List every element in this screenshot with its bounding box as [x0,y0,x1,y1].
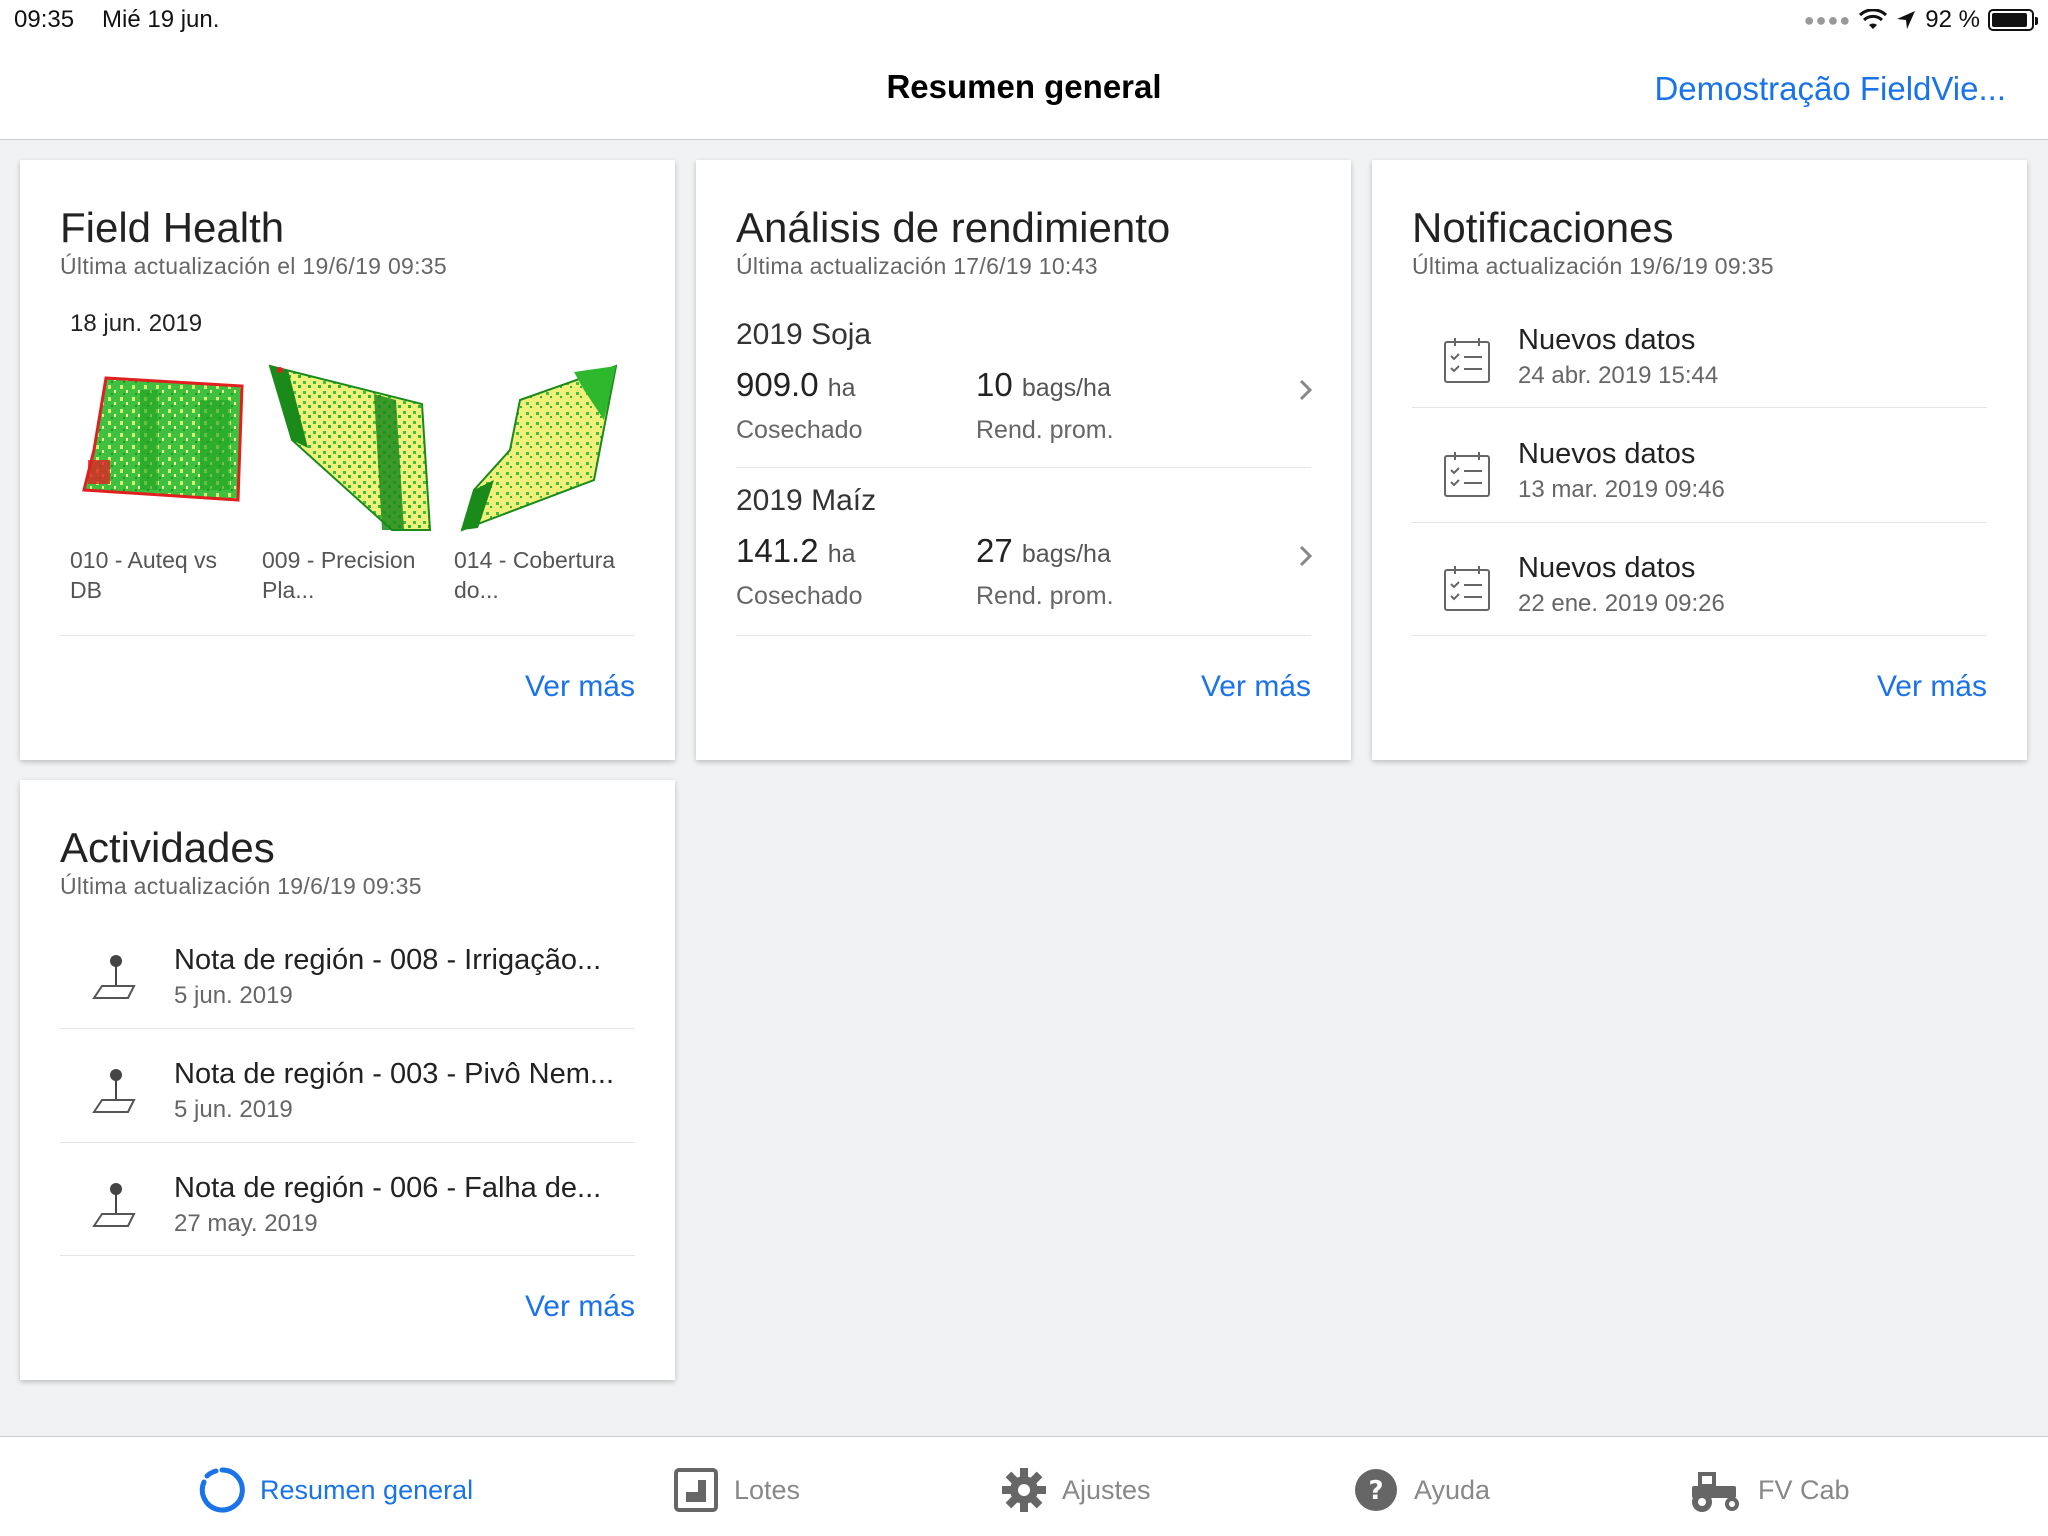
fields-icon [674,1468,718,1512]
signal-icon: ●●●● [1803,9,1852,30]
tractor-icon [1692,1472,1739,1512]
battery-percent: 92 % [1925,6,1980,33]
field-label: 014 - Cobertura do... [454,547,616,603]
field-thumbnail[interactable] [454,360,634,540]
yield-updated: Última actualización 17/6/19 10:43 [736,253,1098,279]
tab-help[interactable]: ? Ayuda [1352,1465,1490,1515]
divider [60,1028,635,1029]
activities-card: Actividades Última actualización 19/6/19… [20,780,675,1380]
activities-title: Actividades [60,824,275,871]
notifications-title: Notificaciones [1412,204,1674,251]
notification-date: 22 ene. 2019 09:26 [1518,590,1725,617]
tab-fields[interactable]: Lotes [672,1465,800,1515]
gear-icon [1002,1468,1046,1512]
divider [60,635,635,636]
tab-overview[interactable]: Resumen general [198,1465,473,1515]
divider [1412,407,1987,408]
yield-title: Análisis de rendimiento [736,204,1171,251]
tab-settings[interactable]: Ajustes [1000,1465,1151,1515]
tab-label: Ajustes [1062,1474,1151,1505]
yield-more-link[interactable]: Ver más [1201,670,1311,704]
field-label: 010 - Auteq vs DB [70,547,218,603]
notification-title: Nuevos datos [1518,324,1696,356]
field-health-more-link[interactable]: Ver más [525,670,635,704]
field-label: 009 - Precision Pla... [262,547,416,603]
activities-more-link[interactable]: Ver más [525,1290,635,1324]
harvested-area: 141.2 ha [736,532,856,569]
status-time: 09:35 [14,6,75,33]
battery-icon [1988,9,2038,31]
field-health-card: Field Health Última actualización el 19/… [20,160,675,760]
activity-item[interactable]: Nota de región - 008 - Irrigação... 5 ju… [60,930,635,1044]
activity-date: 5 jun. 2019 [174,1096,293,1123]
divider [736,635,1311,636]
average-yield: 27 bags/ha [976,532,1111,569]
tab-label: FV Cab [1758,1474,1850,1505]
status-bar: 09:35 Mié 19 jun. ●●●● 92 % [0,0,2048,40]
notifications-updated: Última actualización 19/6/19 09:35 [1412,253,1774,279]
status-date: Mié 19 jun. [102,6,220,33]
activity-item[interactable]: Nota de región - 003 - Pivô Nem... 5 jun… [60,1044,635,1158]
tab-label: Ayuda [1414,1474,1491,1505]
tab-label: Resumen general [260,1474,474,1505]
notification-title: Nuevos datos [1518,438,1696,470]
activity-date: 27 may. 2019 [174,1210,318,1237]
checklist-icon [1444,338,1490,383]
field-thumbnail[interactable] [70,360,250,540]
activity-title: Nota de región - 003 - Pivô Nem... [174,1058,615,1090]
tab-bar: Resumen general Lotes Ajustes ? Ayuda FV… [0,1436,2048,1536]
activity-title: Nota de región - 006 - Falha de... [174,1172,602,1204]
average-yield: 10 bags/ha [976,366,1111,403]
field-health-title: Field Health [60,204,285,251]
average-yield-label: Rend. prom. [976,582,1114,610]
map-pin-icon [92,955,136,999]
divider [60,1142,635,1143]
svg-text:?: ? [1368,1476,1383,1506]
crop-title: 2019 Soja [736,318,872,351]
map-pin-icon [92,1069,136,1113]
location-arrow-icon [1897,11,1916,29]
field-health-updated: Última actualización el 19/6/19 09:35 [60,253,447,279]
notifications-card: Notificaciones Última actualización 19/6… [1372,160,2027,760]
divider [1412,522,1987,523]
yield-analysis-card: Análisis de rendimiento Última actualiza… [696,160,1351,760]
checklist-icon [1444,452,1490,497]
yield-row-soja[interactable]: 2019 Soja 909.0 ha Cosechado 10 bags/ha … [696,310,1351,470]
notification-item[interactable]: Nuevos datos 13 mar. 2019 09:46 [1412,424,1987,538]
harvested-area: 909.0 ha [736,366,856,403]
chevron-right-icon [1299,545,1313,567]
tab-label: Lotes [734,1474,801,1505]
field-health-date: 18 jun. 2019 [70,310,203,337]
divider [60,1255,635,1256]
overview-ring-icon [199,1467,245,1513]
wifi-icon [1859,9,1888,29]
yield-row-maiz[interactable]: 2019 Maíz 141.2 ha Cosechado 27 bags/ha … [696,476,1351,636]
average-yield-label: Rend. prom. [976,416,1114,444]
crop-title: 2019 Maíz [736,484,877,517]
help-icon: ? [1355,1469,1397,1511]
status-right: ●●●● 92 % [1803,6,2038,34]
tab-fv-cab[interactable]: FV Cab [1688,1465,1850,1515]
map-pin-icon [92,1183,136,1227]
harvested-label: Cosechado [736,582,863,610]
notification-date: 13 mar. 2019 09:46 [1518,476,1725,503]
navigation-bar: Resumen general Demostração FieldVie... [0,40,2048,140]
checklist-icon [1444,566,1490,611]
harvested-label: Cosechado [736,416,863,444]
field-thumbnail[interactable] [262,360,442,540]
activity-title: Nota de región - 008 - Irrigação... [174,944,602,976]
activity-date: 5 jun. 2019 [174,982,293,1009]
notification-date: 24 abr. 2019 15:44 [1518,362,1719,389]
activities-updated: Última actualización 19/6/19 09:35 [60,873,422,899]
divider [736,467,1311,468]
chevron-right-icon [1299,379,1313,401]
divider [1412,635,1987,636]
notification-title: Nuevos datos [1518,552,1696,584]
notifications-more-link[interactable]: Ver más [1877,670,1987,704]
account-switcher[interactable]: Demostração FieldVie... [1654,70,2006,108]
